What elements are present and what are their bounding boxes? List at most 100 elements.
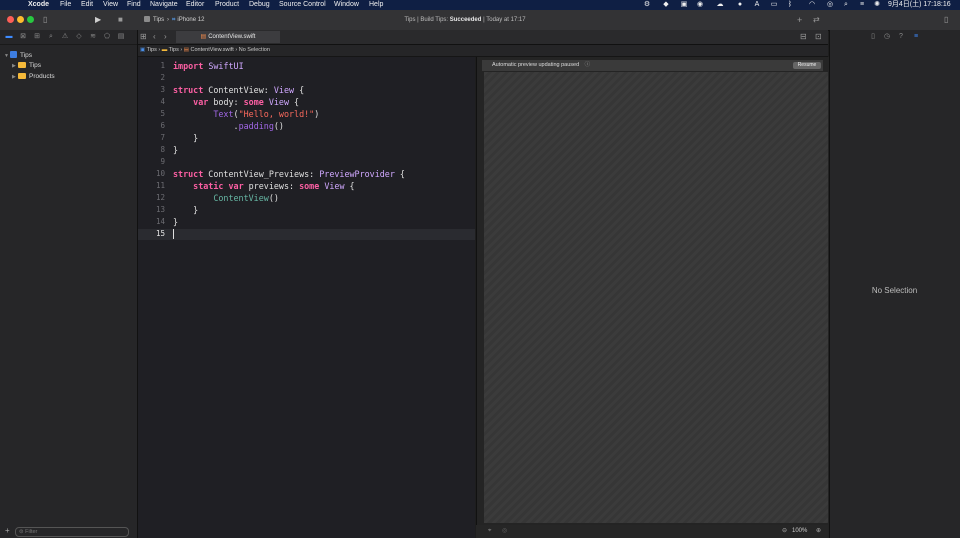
line-number: 1 bbox=[160, 61, 165, 70]
zoom-level[interactable]: 100% bbox=[792, 525, 807, 538]
breadcrumb-file[interactable]: ContentView.swift bbox=[191, 47, 234, 53]
tree-item-label: Products bbox=[29, 73, 55, 80]
minimize-window-button[interactable] bbox=[17, 16, 24, 23]
tab-contentview-swift[interactable]: ▤ ContentView.swift bbox=[176, 31, 280, 43]
live-preview-icon[interactable]: ◎ bbox=[502, 525, 507, 538]
close-window-button[interactable] bbox=[7, 16, 14, 23]
breadcrumb-project[interactable]: Tips bbox=[147, 47, 157, 53]
find-navigator-icon[interactable]: ⌕ bbox=[47, 33, 55, 41]
device-icon: ⌗ bbox=[172, 17, 176, 23]
preview-paused-message: Automatic preview updating paused bbox=[492, 62, 580, 68]
breadcrumb-group[interactable]: Tips bbox=[169, 47, 179, 53]
line-number: 12 bbox=[155, 193, 165, 202]
zoom-window-button[interactable] bbox=[27, 16, 34, 23]
tree-item-project[interactable]: ▼ Tips bbox=[4, 51, 32, 61]
folder-icon: ▬ bbox=[161, 47, 168, 53]
destination-name: iPhone 12 bbox=[177, 17, 205, 23]
line-number: 8 bbox=[160, 145, 165, 154]
menu-file[interactable]: File bbox=[60, 0, 71, 10]
inspector-toggle-icon[interactable]: ▯ bbox=[944, 15, 948, 25]
add-file-icon[interactable]: + bbox=[5, 526, 10, 535]
menu-product[interactable]: Product bbox=[215, 0, 239, 10]
tree-item-group[interactable]: ▶ Tips bbox=[12, 61, 41, 71]
menu-view[interactable]: View bbox=[103, 0, 118, 10]
menu-bar: Xcode File Edit View Find Navigate Edito… bbox=[0, 0, 960, 10]
review-changes-icon[interactable]: ⇄ bbox=[813, 15, 820, 25]
code-line: var body: some View { bbox=[193, 97, 300, 107]
control-center-icon[interactable]: ≡ bbox=[858, 1, 866, 9]
stop-button[interactable]: ■ bbox=[118, 15, 123, 25]
app-status-icon[interactable]: ● bbox=[736, 1, 744, 9]
forward-arrow-icon[interactable]: › bbox=[164, 32, 167, 42]
menu-navigate[interactable]: Navigate bbox=[150, 0, 178, 10]
menu-source-control[interactable]: Source Control bbox=[279, 0, 326, 10]
app-scheme-icon bbox=[144, 16, 150, 22]
menu-window[interactable]: Window bbox=[334, 0, 359, 10]
xcode-project-icon bbox=[10, 51, 17, 58]
source-control-navigator-icon[interactable]: ⊠ bbox=[19, 33, 27, 41]
debug-navigator-icon[interactable]: ≋ bbox=[89, 33, 97, 41]
info-icon[interactable]: ⓘ bbox=[585, 62, 591, 68]
code-line: ContentView() bbox=[213, 193, 279, 203]
split-editor-icon[interactable]: ⊡ bbox=[815, 32, 822, 42]
battery-icon[interactable]: ▭ bbox=[770, 1, 778, 9]
swift-file-icon: ▤ bbox=[200, 34, 207, 40]
activity-status: Succeeded bbox=[449, 17, 482, 23]
tab-label: ContentView.swift bbox=[208, 34, 256, 40]
resume-button[interactable]: Resume bbox=[793, 62, 821, 69]
sidebar-toggle-icon[interactable]: ▯ bbox=[43, 15, 47, 25]
bluetooth-icon[interactable]: ᛒ bbox=[786, 1, 794, 9]
menu-debug[interactable]: Debug bbox=[249, 0, 270, 10]
siri-icon[interactable]: ✺ bbox=[873, 1, 881, 9]
file-inspector-icon[interactable]: ▯ bbox=[869, 33, 877, 41]
activity-view: Tips | Build Tips: Succeeded | Today at … bbox=[315, 13, 615, 27]
run-button[interactable]: ▶ bbox=[95, 15, 101, 25]
menu-edit[interactable]: Edit bbox=[81, 0, 93, 10]
line-number: 9 bbox=[160, 157, 165, 166]
zoom-in-icon[interactable]: ⊕ bbox=[816, 525, 821, 538]
adjust-editor-icon[interactable]: ⊟ bbox=[800, 32, 807, 42]
extension-icon[interactable]: ▣ bbox=[680, 1, 688, 9]
swift-file-icon: ▤ bbox=[183, 47, 189, 53]
destination-selector[interactable]: ⌗ iPhone 12 bbox=[172, 15, 204, 25]
code-line: Text("Hello, world!") bbox=[213, 109, 320, 119]
quick-help-icon[interactable]: ? bbox=[897, 33, 905, 41]
zoom-out-icon[interactable]: ⊖ bbox=[782, 525, 787, 538]
preview-paused-area bbox=[484, 72, 828, 523]
search-icon[interactable]: ⌕ bbox=[842, 1, 850, 9]
text-a-icon[interactable]: A bbox=[753, 1, 761, 9]
related-items-icon[interactable]: ⊞ bbox=[140, 32, 147, 42]
symbol-navigator-icon[interactable]: ⊞ bbox=[33, 33, 41, 41]
add-library-icon[interactable]: + bbox=[797, 15, 802, 25]
breakpoint-navigator-icon[interactable]: ⬠ bbox=[103, 33, 111, 41]
navigator-filter-field[interactable]: ⊜ Filter bbox=[15, 527, 129, 537]
tree-item-label: Tips bbox=[20, 52, 33, 59]
dropbox-icon[interactable]: ◆ bbox=[662, 1, 670, 9]
report-navigator-icon[interactable]: ▤ bbox=[117, 33, 125, 41]
breadcrumb-chevron-icon: › bbox=[235, 47, 238, 53]
status-circle-icon[interactable]: ◉ bbox=[696, 1, 704, 9]
tree-item-products[interactable]: ▶ Products bbox=[12, 72, 55, 82]
code-lines[interactable]: 1 3 2 4 5 6 7 8 9 10 11 12 13 14 15 impo… bbox=[138, 60, 475, 260]
menu-editor[interactable]: Editor bbox=[186, 0, 204, 10]
menu-help[interactable]: Help bbox=[369, 0, 383, 10]
menu-app-name[interactable]: Xcode bbox=[28, 0, 49, 10]
test-navigator-icon[interactable]: ◇ bbox=[75, 33, 83, 41]
issue-navigator-icon[interactable]: ⚠ bbox=[61, 33, 69, 41]
cloud-icon[interactable]: ☁ bbox=[716, 1, 724, 9]
tree-item-label: Tips bbox=[29, 62, 42, 69]
pin-icon[interactable]: ⌖ bbox=[488, 525, 491, 538]
wifi-icon[interactable]: ◠ bbox=[808, 1, 816, 9]
back-arrow-icon[interactable]: ‹ bbox=[153, 32, 156, 42]
project-icon: ▣ bbox=[140, 47, 146, 53]
scheme-selector[interactable]: Tips bbox=[144, 15, 164, 25]
jump-bar: ▣ Tips › ▬ Tips › ▤ ContentView.swift › … bbox=[138, 45, 828, 57]
menu-clock[interactable]: 9月4日(土) 17:18:16 bbox=[888, 0, 951, 10]
project-navigator-folder-icon[interactable]: ▬ bbox=[5, 33, 13, 41]
breadcrumb-selection[interactable]: No Selection bbox=[239, 47, 270, 53]
menu-find[interactable]: Find bbox=[127, 0, 141, 10]
history-inspector-icon[interactable]: ◷ bbox=[883, 33, 891, 41]
gear-status-icon[interactable]: ⚙ bbox=[643, 1, 651, 9]
attributes-inspector-icon[interactable]: ≡ bbox=[912, 33, 920, 41]
user-icon[interactable]: ◎ bbox=[826, 1, 834, 9]
